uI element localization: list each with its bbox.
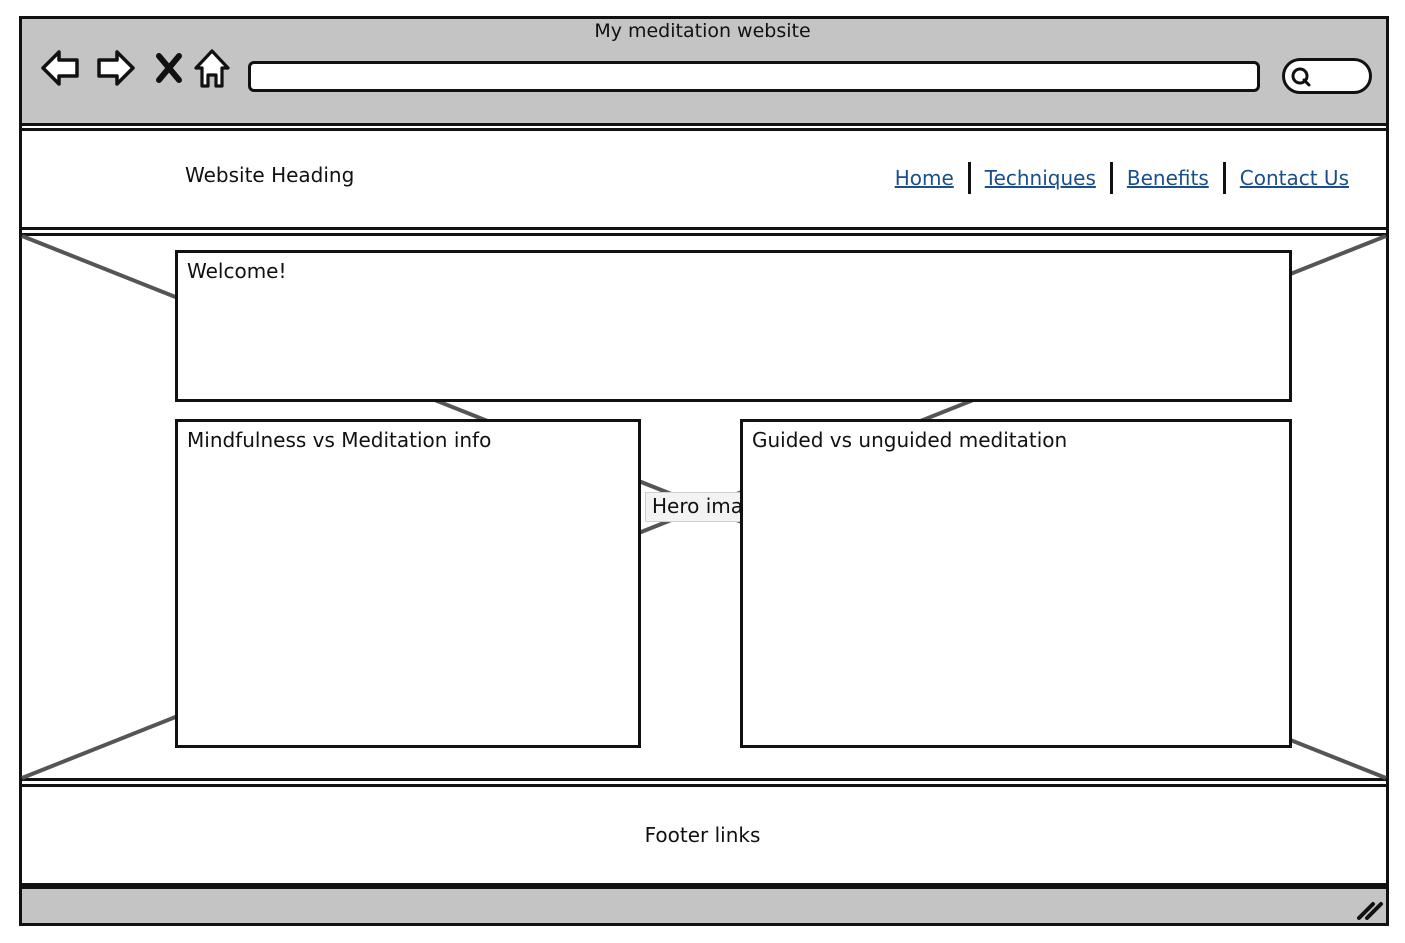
window-title: My meditation website	[594, 20, 811, 42]
website-heading: Website Heading	[185, 163, 355, 187]
guided-meditation-text: Guided vs unguided meditation	[752, 428, 1068, 452]
nav-separator	[967, 162, 971, 194]
nav-separator	[1222, 162, 1226, 194]
search-icon	[1291, 67, 1311, 87]
nav-link-contact-us[interactable]: Contact Us	[1240, 166, 1349, 190]
address-bar[interactable]	[248, 61, 1260, 92]
mindfulness-info-text: Mindfulness vs Meditation info	[187, 428, 492, 452]
welcome-text: Welcome!	[187, 259, 287, 283]
back-arrow-icon[interactable]	[40, 46, 80, 90]
nav-link-home[interactable]: Home	[895, 166, 954, 190]
nav-separator	[1109, 162, 1113, 194]
resize-grip-icon[interactable]	[1354, 896, 1384, 922]
main-nav: Home Techniques Benefits Contact Us	[881, 160, 1363, 196]
home-icon[interactable]	[193, 46, 233, 90]
nav-link-techniques[interactable]: Techniques	[985, 166, 1096, 190]
browser-search-input[interactable]	[1282, 58, 1372, 94]
mindfulness-info-panel: Mindfulness vs Meditation info	[175, 419, 641, 748]
welcome-panel: Welcome!	[175, 250, 1292, 402]
browser-status-bar	[19, 886, 1389, 926]
guided-meditation-panel: Guided vs unguided meditation	[740, 419, 1292, 748]
forward-arrow-icon[interactable]	[96, 46, 136, 90]
nav-link-benefits[interactable]: Benefits	[1127, 166, 1209, 190]
hero-image-label: Hero image	[645, 492, 745, 522]
footer-links[interactable]: Footer links	[0, 823, 1405, 847]
close-icon[interactable]	[154, 46, 184, 90]
